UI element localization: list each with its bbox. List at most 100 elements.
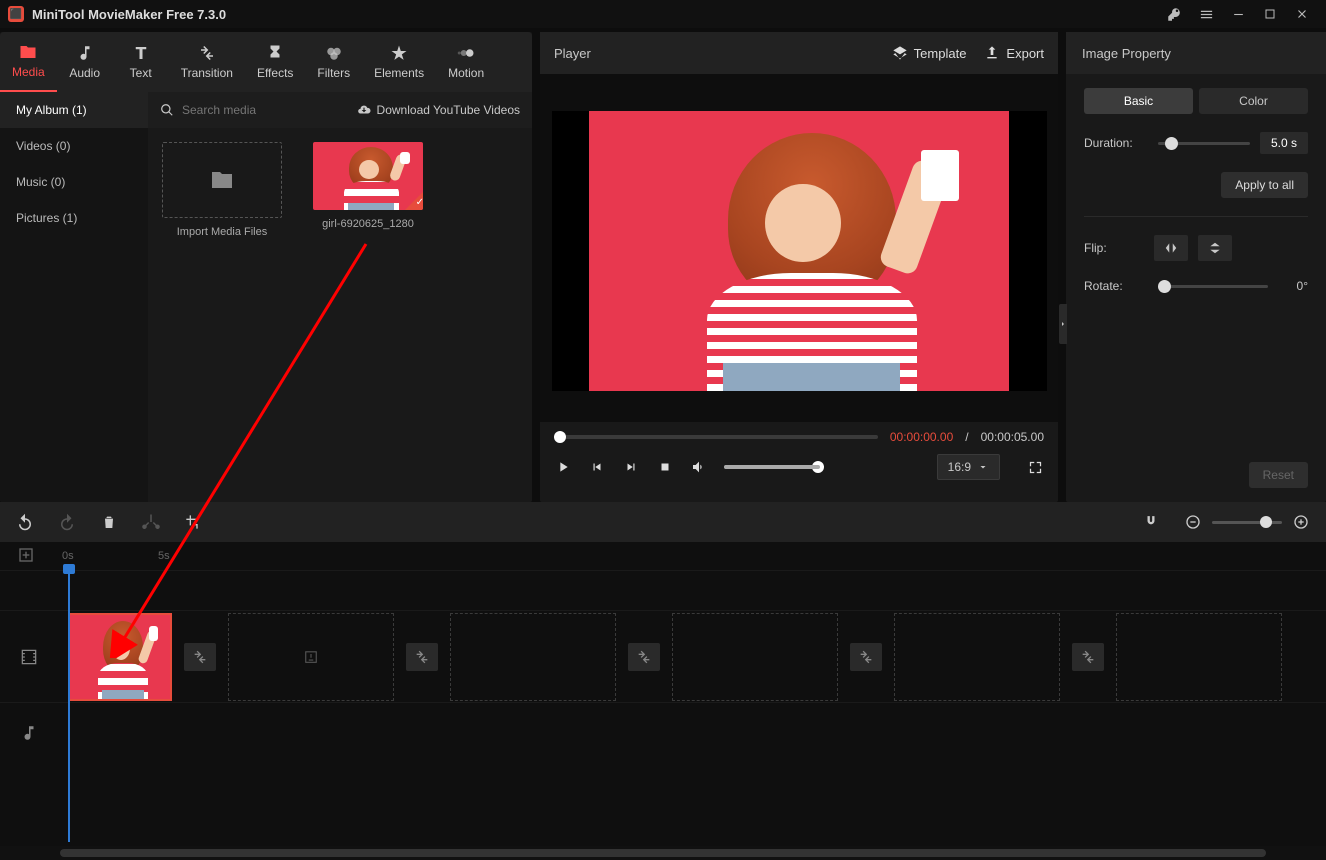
export-icon <box>984 45 1000 61</box>
tab-text[interactable]: Text <box>113 32 169 92</box>
chevron-right-icon <box>1059 320 1067 328</box>
close-icon[interactable] <box>1286 0 1318 28</box>
maximize-icon[interactable] <box>1254 0 1286 28</box>
zoom-out-button[interactable] <box>1182 511 1204 533</box>
sidebar-item-pictures[interactable]: Pictures (1) <box>0 200 148 236</box>
snap-button[interactable] <box>1140 511 1162 533</box>
audio-track[interactable] <box>0 702 1326 762</box>
media-header: Download YouTube Videos <box>148 92 532 128</box>
stop-button[interactable] <box>656 458 674 476</box>
tab-media-label: Media <box>12 65 45 79</box>
add-track-button[interactable] <box>18 547 34 566</box>
overlay-track[interactable] <box>0 570 1326 610</box>
flip-vertical-button[interactable] <box>1198 235 1232 261</box>
transition-slot-3[interactable] <box>628 643 660 671</box>
empty-slot-4[interactable] <box>894 613 1060 701</box>
next-button[interactable] <box>622 458 640 476</box>
volume-button[interactable] <box>690 458 708 476</box>
main-toolbar: Media Audio Text Transition Effects <box>0 32 532 92</box>
media-grid: Import Media Files gir <box>148 128 532 502</box>
tab-elements[interactable]: Elements <box>362 32 436 92</box>
tab-motion[interactable]: Motion <box>436 32 496 92</box>
import-tile[interactable]: Import Media Files <box>162 142 282 238</box>
layers-icon <box>892 45 908 61</box>
empty-slot-1[interactable] <box>228 613 394 701</box>
redo-button[interactable] <box>56 511 78 533</box>
ruler-mark-5: 5s <box>158 550 170 562</box>
tab-color[interactable]: Color <box>1199 88 1308 114</box>
tab-media[interactable]: Media <box>0 32 57 92</box>
duration-slider[interactable] <box>1158 142 1250 145</box>
menu-icon[interactable] <box>1190 0 1222 28</box>
split-button[interactable] <box>140 511 162 533</box>
video-track[interactable] <box>0 610 1326 702</box>
media-clip-1[interactable]: girl-6920625_1280 <box>308 142 428 230</box>
tab-basic[interactable]: Basic <box>1084 88 1193 114</box>
transition-slot-2[interactable] <box>406 643 438 671</box>
delete-button[interactable] <box>98 511 120 533</box>
titlebar: ⬛ MiniTool MovieMaker Free 7.3.0 <box>0 0 1326 28</box>
key-icon[interactable] <box>1158 0 1190 28</box>
fullscreen-button[interactable] <box>1026 458 1044 476</box>
empty-slot-5[interactable] <box>1116 613 1282 701</box>
search-input[interactable] <box>182 103 349 117</box>
tab-motion-label: Motion <box>448 66 484 80</box>
clip-name: girl-6920625_1280 <box>322 218 414 230</box>
download-youtube-label: Download YouTube Videos <box>377 103 520 117</box>
zoom-slider[interactable] <box>1212 521 1282 524</box>
video-preview[interactable] <box>540 74 1058 422</box>
horizontal-scrollbar[interactable] <box>0 846 1326 860</box>
tab-audio[interactable]: Audio <box>57 32 113 92</box>
duration-value[interactable]: 5.0 s <box>1260 132 1308 154</box>
checkmark-icon <box>405 192 423 210</box>
sidebar-item-myalbum[interactable]: My Album (1) <box>0 92 148 128</box>
reset-button[interactable]: Reset <box>1249 462 1308 488</box>
property-tabs: Basic Color <box>1084 88 1308 114</box>
tab-text-label: Text <box>130 66 152 80</box>
apply-all-button[interactable]: Apply to all <box>1221 172 1308 198</box>
timeline-panel: 0s 5s <box>0 502 1326 860</box>
transition-slot-5[interactable] <box>1072 643 1104 671</box>
duration-label: Duration: <box>1084 136 1148 150</box>
timeline-ruler[interactable]: 0s 5s <box>0 542 1326 570</box>
search-icon <box>160 103 174 117</box>
template-label: Template <box>914 46 967 61</box>
export-label: Export <box>1006 46 1044 61</box>
template-button[interactable]: Template <box>892 45 967 61</box>
crop-button[interactable] <box>182 511 204 533</box>
playhead[interactable] <box>68 566 70 842</box>
aspect-select[interactable]: 16:9 <box>937 454 1000 480</box>
tab-filters[interactable]: Filters <box>305 32 362 92</box>
empty-slot-3[interactable] <box>672 613 838 701</box>
tab-transition-label: Transition <box>181 66 233 80</box>
player-panel: Player Template Export <box>540 32 1058 502</box>
time-sep: / <box>965 430 968 444</box>
volume-slider[interactable] <box>724 465 820 469</box>
transition-slot-1[interactable] <box>184 643 216 671</box>
tab-effects[interactable]: Effects <box>245 32 305 92</box>
sidebar-item-videos[interactable]: Videos (0) <box>0 128 148 164</box>
property-panel: Image Property Basic Color Duration: 5.0… <box>1066 32 1326 502</box>
tab-transition[interactable]: Transition <box>169 32 245 92</box>
time-total: 00:00:05.00 <box>981 430 1044 444</box>
rotate-label: Rotate: <box>1084 279 1148 293</box>
timeline-clip-1[interactable] <box>68 613 172 701</box>
export-button[interactable]: Export <box>984 45 1044 61</box>
zoom-in-button[interactable] <box>1290 511 1312 533</box>
collapse-handle[interactable] <box>1059 304 1067 344</box>
undo-button[interactable] <box>14 511 36 533</box>
tab-filters-label: Filters <box>317 66 350 80</box>
ruler-mark-0: 0s <box>62 550 74 562</box>
transition-slot-4[interactable] <box>850 643 882 671</box>
rotate-slider[interactable] <box>1158 285 1268 288</box>
play-button[interactable] <box>554 458 572 476</box>
minimize-icon[interactable] <box>1222 0 1254 28</box>
media-categories: My Album (1) Videos (0) Music (0) Pictur… <box>0 92 148 502</box>
prev-button[interactable] <box>588 458 606 476</box>
sidebar-item-music[interactable]: Music (0) <box>0 164 148 200</box>
flip-horizontal-button[interactable] <box>1154 235 1188 261</box>
media-panel: Media Audio Text Transition Effects <box>0 32 532 502</box>
seek-bar[interactable] <box>554 435 878 439</box>
download-youtube-button[interactable]: Download YouTube Videos <box>357 103 520 117</box>
empty-slot-2[interactable] <box>450 613 616 701</box>
